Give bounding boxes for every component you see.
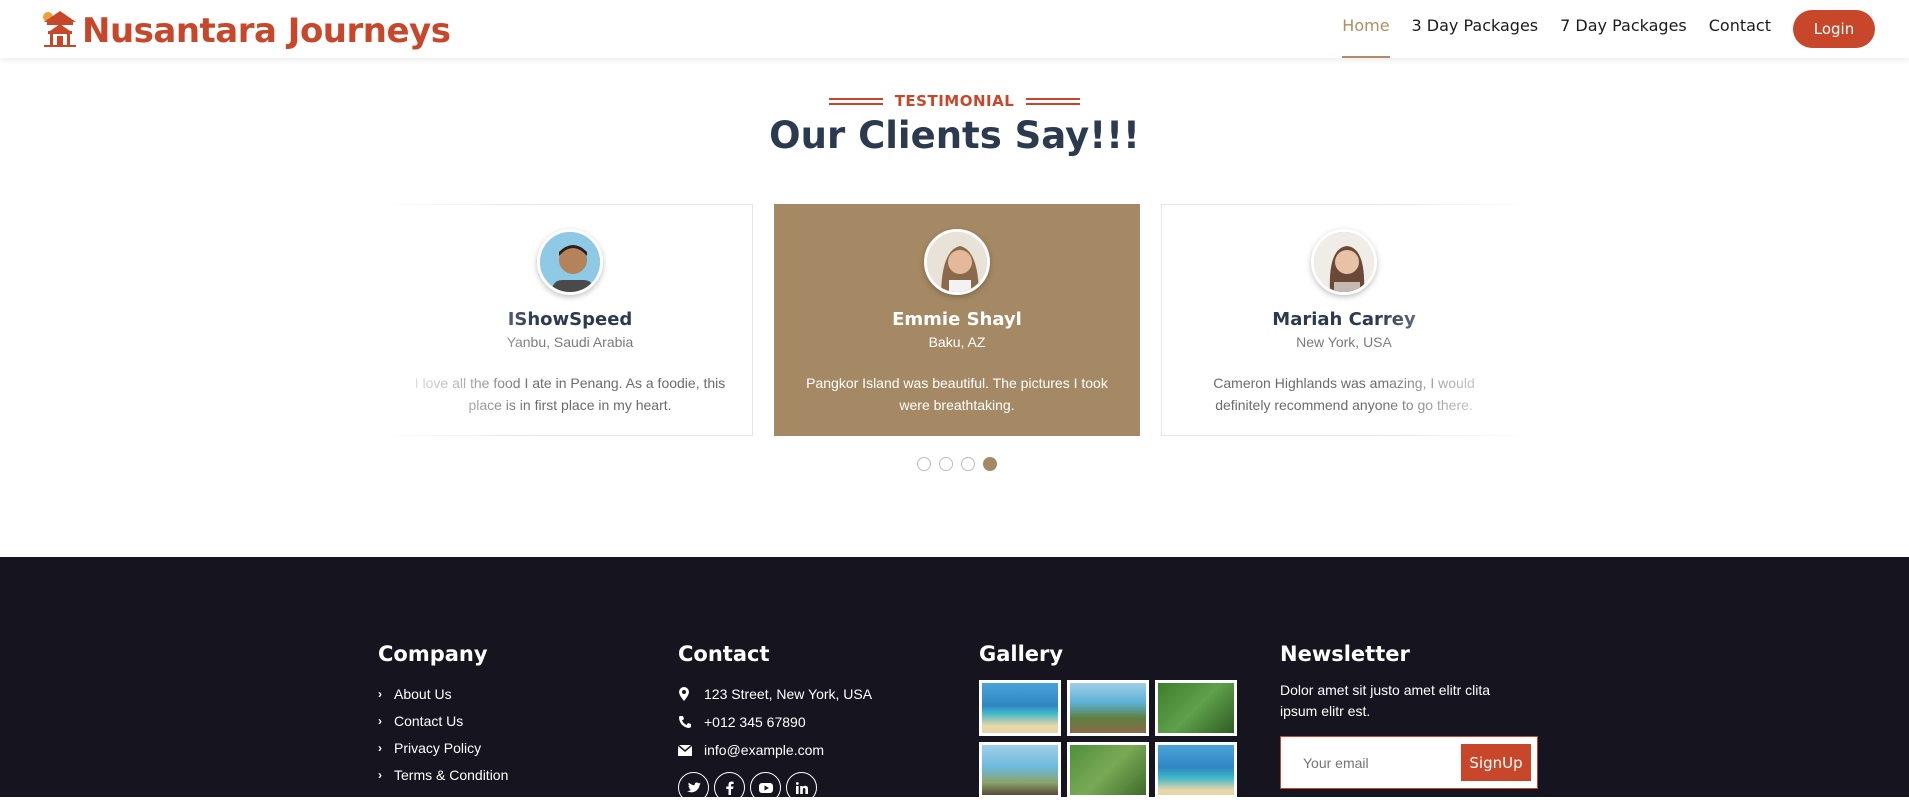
testimonial-name: IShowSpeed [507, 309, 633, 330]
carousel-dot-3[interactable] [961, 457, 975, 471]
gallery-image[interactable] [1155, 680, 1237, 736]
testimonial-location: Baku, AZ [928, 334, 986, 350]
phone-icon [678, 715, 704, 729]
facebook-icon[interactable] [714, 772, 745, 803]
testimonial-card: IShowSpeed Yanbu, Saudi Arabia I love al… [387, 204, 753, 436]
brand-title: Nusantara Journeys [82, 10, 451, 51]
nav-home[interactable]: Home [1342, 0, 1390, 58]
map-marker-icon [678, 687, 704, 701]
testimonial-name: Emmie Shayl [892, 309, 1022, 330]
newsletter-signup-button[interactable]: SignUp [1461, 744, 1531, 781]
contact-address: 123 Street, New York, USA [678, 680, 872, 708]
login-button[interactable]: Login [1793, 10, 1875, 48]
footer-newsletter-title: Newsletter [1280, 642, 1410, 666]
testimonial-location: Yanbu, Saudi Arabia [506, 334, 634, 350]
footer-contact: Contact 123 Street, New York, USA +012 3… [678, 642, 872, 803]
contact-email-text: info@example.com [704, 742, 825, 758]
avatar [537, 229, 603, 295]
footer-link-terms[interactable]: › Terms & Condition [378, 761, 508, 788]
nav-contact[interactable]: Contact [1709, 0, 1771, 58]
testimonial-text: Pangkor Island was beautiful. The pictur… [806, 375, 1108, 413]
footer-company-title: Company [378, 642, 488, 666]
carousel-dot-4[interactable] [983, 457, 997, 471]
nav-3-day-packages[interactable]: 3 Day Packages [1412, 0, 1539, 58]
youtube-icon[interactable] [750, 772, 781, 803]
newsletter-form: SignUp [1280, 736, 1538, 789]
testimonial-card-active: Emmie Shayl Baku, AZ Pangkor Island was … [774, 204, 1140, 436]
contact-phone: +012 345 67890 [678, 708, 872, 736]
tag-decor-right [1026, 98, 1081, 105]
footer-contact-title: Contact [678, 642, 770, 666]
footer-link-label: Privacy Policy [394, 739, 482, 756]
envelope-icon [678, 744, 704, 756]
avatar [924, 229, 990, 295]
twitter-icon[interactable] [678, 772, 709, 803]
chevron-right-icon: › [378, 713, 382, 728]
section-title: Our Clients Say!!! [769, 114, 1140, 157]
footer-gallery: Gallery [979, 642, 1237, 798]
footer-newsletter: Newsletter Dolor amet sit justo amet eli… [1280, 642, 1538, 789]
footer-gallery-title: Gallery [979, 642, 1064, 666]
gallery-image[interactable] [1155, 742, 1237, 798]
carousel-dot-1[interactable] [917, 457, 931, 471]
chevron-right-icon: › [378, 740, 382, 755]
testimonial-location: New York, USA [1296, 334, 1392, 350]
section-tag-label: TESTIMONIAL [894, 92, 1015, 110]
contact-email: info@example.com [678, 736, 872, 764]
newsletter-email-input[interactable] [1281, 754, 1461, 771]
section-tag: TESTIMONIAL [0, 92, 1909, 110]
footer-company: Company › About Us › Contact Us › Privacy P… [378, 642, 508, 788]
tag-decor-left [828, 98, 883, 105]
temple-logo-icon [40, 8, 80, 53]
gallery-image[interactable] [1067, 742, 1149, 798]
contact-phone-text: +012 345 67890 [704, 714, 806, 730]
chevron-right-icon: › [378, 767, 382, 782]
footer-link-privacy-policy[interactable]: › Privacy Policy [378, 734, 508, 761]
nav-7-day-packages[interactable]: 7 Day Packages [1560, 0, 1687, 58]
testimonial-text: I love all the food I ate in Penang. As … [414, 375, 726, 413]
gallery-image[interactable] [1067, 680, 1149, 736]
testimonial-name: Mariah Carrey [1272, 309, 1416, 330]
newsletter-text: Dolor amet sit justo amet elitr clita ip… [1280, 682, 1491, 719]
testimonial-card: Mariah Carrey New York, USA Cameron High… [1161, 204, 1526, 436]
footer-link-label: About Us [394, 685, 452, 702]
footer-link-label: Terms & Condition [394, 766, 509, 783]
footer-link-contact-us[interactable]: › Contact Us [378, 707, 508, 734]
testimonial-text: Cameron Highlands was amazing, I would d… [1213, 375, 1475, 413]
footer [0, 557, 1909, 797]
gallery-image[interactable] [979, 680, 1061, 736]
brand-logo-link[interactable]: Nusantara Journeys [40, 8, 451, 53]
gallery-image[interactable] [979, 742, 1061, 798]
carousel-dot-2[interactable] [939, 457, 953, 471]
avatar [1311, 229, 1377, 295]
chevron-right-icon: › [378, 686, 382, 701]
navbar: Nusantara Journeys Home 3 Day Packages 7… [0, 0, 1909, 58]
gallery-grid [979, 680, 1237, 798]
linkedin-icon[interactable] [786, 772, 817, 803]
carousel-dots [917, 457, 997, 471]
main-nav: Home 3 Day Packages 7 Day Packages Conta… [1342, 0, 1875, 58]
social-links [678, 772, 872, 803]
footer-link-about-us[interactable]: › About Us [378, 680, 508, 707]
testimonial-carousel[interactable]: IShowSpeed Yanbu, Saudi Arabia I love al… [387, 204, 1526, 436]
footer-link-label: Contact Us [394, 712, 464, 729]
contact-address-text: 123 Street, New York, USA [704, 686, 873, 702]
